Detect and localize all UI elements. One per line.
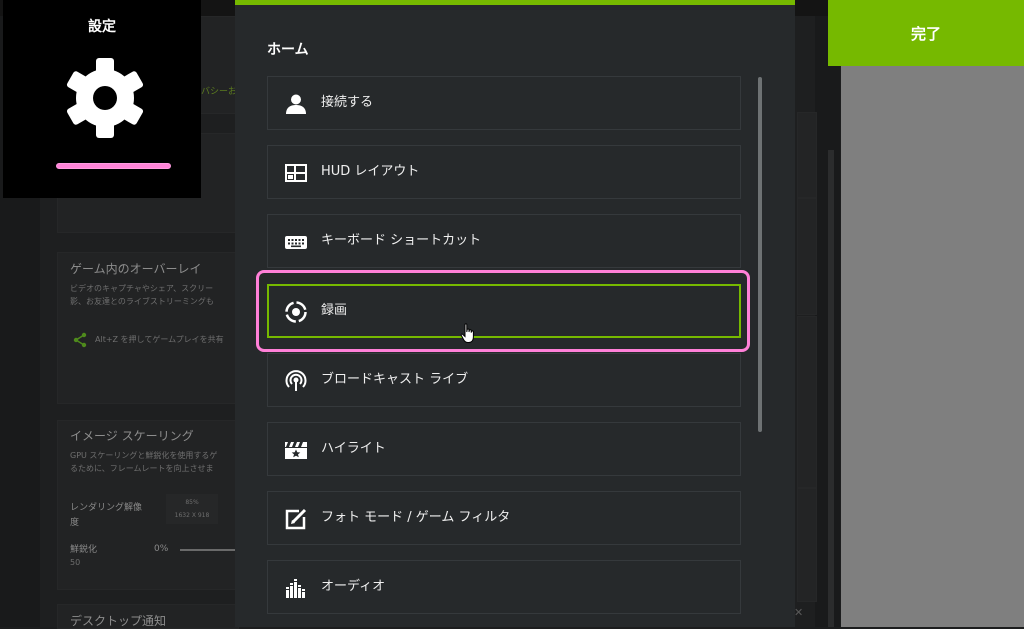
scaling-title: イメージ スケーリング [70, 429, 194, 443]
menu-item-audio[interactable]: オーディオ [267, 560, 741, 614]
background-card-right-4 [797, 488, 817, 602]
scaling-desc-line2: るために、フレームレートを向上させま [70, 464, 214, 473]
render-res-label-1: レンダリング解像 [70, 503, 143, 513]
menu-item-hud-layout[interactable]: HUD レイアウト [267, 145, 741, 199]
close-icon[interactable]: ✕ [794, 606, 803, 619]
render-res-option[interactable]: 85% 1632 X 918 [166, 494, 218, 524]
background-card-right-3 [797, 316, 817, 488]
menu-item-highlights[interactable]: ハイライト [267, 422, 741, 476]
record-icon [285, 301, 307, 323]
overlay-desc-line2: 影、お友達とのライブストリーミングも [70, 297, 214, 306]
background-scrollbar[interactable] [828, 150, 834, 627]
keyboard-icon [285, 236, 307, 249]
privacy-link[interactable]: バシーお [201, 84, 237, 97]
render-res-percent: 85% [185, 499, 199, 506]
menu-item-photo-mode[interactable]: フォト モード / ゲーム フィルタ [267, 491, 741, 545]
menu-item-label: ブロードキャスト ライブ [321, 372, 469, 387]
menu-item-connect[interactable]: 接続する [267, 76, 741, 130]
desktop-notify-title: デスクトップ通知 [70, 614, 167, 628]
menu-item-label: ハイライト [321, 441, 386, 456]
menu-item-label: HUD レイアウト [321, 164, 420, 179]
photo-edit-icon [285, 508, 307, 530]
background-card-right-2 [797, 198, 817, 315]
sharpen-slider[interactable] [180, 549, 235, 551]
menu-item-recording[interactable]: 録画 [267, 284, 741, 338]
overlay-desc-line1: ビデオのキャプチャやシェア、スクリー [70, 284, 214, 293]
right-gray-panel [841, 66, 1024, 627]
dialog-accent-bar [235, 0, 795, 5]
sharpen-percent: 0% [154, 544, 169, 554]
menu-item-label: フォト モード / ゲーム フィルタ [321, 510, 511, 525]
menu-item-label: 接続する [321, 95, 374, 110]
audio-levels-icon [286, 579, 305, 598]
background-card-right-1 [797, 112, 817, 198]
sharpen-value: 50 [70, 558, 81, 567]
dialog-heading: ホーム [267, 42, 309, 58]
person-icon [286, 94, 306, 114]
menu-item-label: キーボード ショートカット [321, 233, 482, 248]
settings-tile-indicator [56, 163, 171, 169]
menu-item-label: 録画 [321, 303, 348, 318]
render-res-dimensions: 1632 X 918 [174, 512, 210, 519]
menu-item-label: オーディオ [321, 579, 386, 594]
done-button[interactable]: 完了 [828, 0, 1024, 66]
broadcast-icon [285, 370, 307, 391]
settings-tile: 設定 [3, 0, 201, 198]
overlay-title: ゲーム内のオーバーレイ [70, 262, 202, 276]
hand-cursor-icon [460, 323, 474, 343]
clapperboard-star-icon [285, 442, 307, 459]
settings-tile-title: 設定 [88, 19, 116, 35]
layout-icon [285, 164, 307, 182]
render-res-label-2: 度 [70, 518, 80, 528]
home-dialog: ホーム 接続する HUD レイアウト キーボード ショートカット 録画 ブロード… [235, 0, 795, 627]
scaling-desc-line1: GPU スケーリングと鮮鋭化を使用するゲ [70, 451, 218, 460]
gear-icon [66, 58, 144, 138]
dialog-scrollbar[interactable] [758, 77, 762, 432]
share-icon [73, 332, 87, 348]
menu-item-broadcast-live[interactable]: ブロードキャスト ライブ [267, 353, 741, 407]
overlay-share-hint: Alt+Z を押してゲームプレイを共有 [95, 335, 224, 344]
sharpen-label: 鮮鋭化 [70, 545, 98, 555]
menu-item-keyboard-shortcuts[interactable]: キーボード ショートカット [267, 214, 741, 268]
